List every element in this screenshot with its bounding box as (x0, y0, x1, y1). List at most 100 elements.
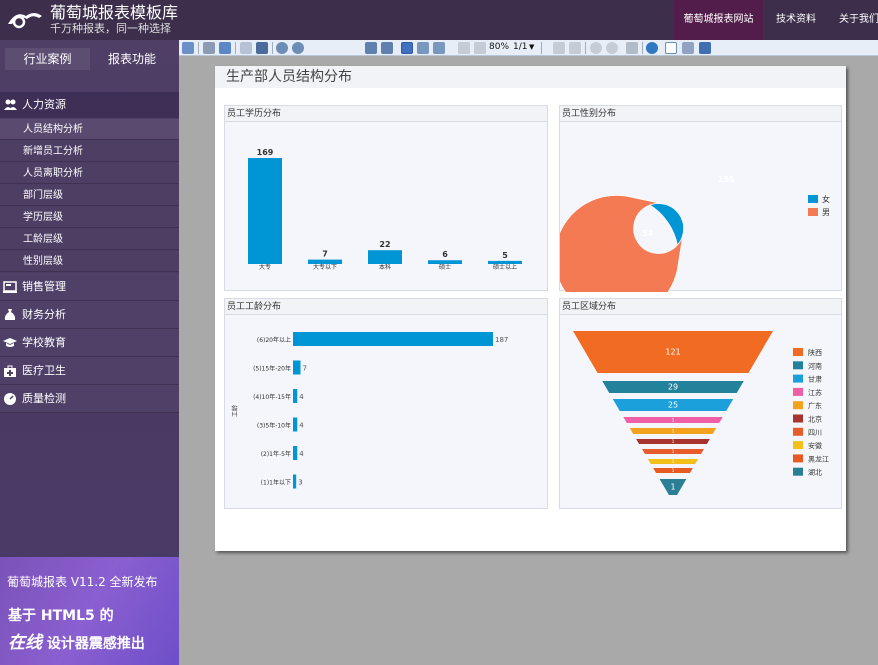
nav-website-link[interactable]: 葡萄城报表网站 (674, 0, 763, 40)
sidebar-item-turnover[interactable]: 人员离职分析 (0, 163, 179, 184)
tenure-bar-chart: 工龄 187 (6)20年以上 7 (5)15年-20年 4 (4)10年-15年 4 (3)5… (231, 332, 508, 489)
previous-page-icon[interactable] (474, 42, 486, 54)
data-label: 1 (672, 468, 675, 473)
sidebar-item-department[interactable]: 部门层级 (0, 185, 179, 206)
sidebar-group-label: 人力资源 (22, 98, 66, 111)
data-label: 169 (257, 148, 274, 157)
tick-label: 大专以下 (313, 263, 337, 271)
first-page-icon[interactable] (458, 42, 470, 54)
legend-label: 黑龙江 (808, 454, 829, 463)
tab-industry-cases[interactable]: 行业案例 (5, 48, 90, 70)
sidebar-item-structure[interactable]: 人员结构分析 (0, 119, 179, 140)
back-icon[interactable] (590, 42, 602, 54)
sidebar-item-new-hires[interactable]: 新增员工分析 (0, 141, 179, 162)
sidebar-group-quality[interactable]: 质量检测 (0, 385, 179, 413)
page-number-input[interactable]: 1/1 (513, 41, 547, 54)
sidebar-item-education[interactable]: 学历层级 (0, 207, 179, 228)
zoom-in-icon[interactable] (292, 42, 304, 54)
nav-about-link[interactable]: 关于我们 (829, 0, 878, 40)
tenure-chart-panel: 员工工龄分布 工龄 187 (6)20年以上 7 (5)15年-20年 4 (4)10年-1… (224, 298, 548, 509)
legend-swatch (793, 454, 803, 463)
promo-release-text: 葡萄城报表 V11.2 全新发布 (7, 575, 158, 589)
people-icon (4, 99, 17, 110)
sidebar-item-gender[interactable]: 性别层级 (0, 251, 179, 272)
tick-label: 本科 (379, 263, 391, 271)
single-page-icon[interactable] (401, 42, 413, 54)
data-label: 121 (665, 348, 680, 357)
fit-width-icon[interactable] (365, 42, 377, 54)
region-chart-panel: 员工区域分布 121 29 25 1 1 1 1 1 1 1 陕西 河南 甘肃 江苏 广东 北京 四川 安徽 黑龙江… (559, 298, 842, 509)
medical-kit-icon (4, 365, 16, 377)
last-page-icon[interactable] (569, 42, 581, 54)
data-label: 22 (379, 240, 390, 249)
snapshot-icon[interactable] (699, 42, 711, 54)
bar (248, 158, 282, 264)
data-label: 1 (672, 439, 675, 444)
legend-swatch (793, 387, 803, 396)
sidebar-item-tenure[interactable]: 工龄层级 (0, 229, 179, 250)
toolbar-separator (272, 42, 273, 54)
refresh-icon[interactable] (646, 42, 658, 54)
data-label: 187 (495, 336, 508, 344)
tick-label: (6)20年以上 (257, 336, 291, 344)
tab-report-features[interactable]: 报表功能 (90, 48, 174, 70)
sidebar-group-label: 质量检测 (22, 392, 66, 405)
next-page-icon[interactable] (553, 42, 565, 54)
multi-page-icon[interactable] (433, 42, 445, 54)
promo-banner[interactable]: 葡萄城报表 V11.2 全新发布 基于 HTML5 的 在线 设计器震感推出 (0, 557, 179, 665)
promo-emphasis: 在线 (8, 633, 42, 653)
gauge-icon (4, 393, 16, 405)
top-bar: 葡萄城报表模板库 千万种报表，同一种选择 葡萄城报表网站 技术资料 关于我们 (0, 0, 878, 40)
copy-pages-icon[interactable] (240, 42, 252, 54)
bar (293, 332, 493, 346)
forward-icon[interactable] (606, 42, 618, 54)
sidebar-group-finance[interactable]: 财务分析 (0, 301, 179, 329)
legend-label: 四川 (808, 429, 822, 437)
nav-docs-link[interactable]: 技术资料 (763, 0, 829, 40)
sidebar-group-label: 财务分析 (22, 308, 66, 321)
legend-swatch (793, 467, 803, 476)
toolbar-separator (198, 42, 199, 54)
sidebar-group-hr[interactable]: 人力资源 (0, 92, 179, 118)
gender-donut-chart: 54 155 女男 (560, 175, 830, 292)
zoom-out-icon[interactable] (276, 42, 288, 54)
data-label: 4 (299, 450, 304, 458)
legend-label: 男 (822, 208, 830, 217)
select-cursor-icon[interactable] (682, 42, 694, 54)
continuous-icon[interactable] (417, 42, 429, 54)
report-page: 生产部人员结构分布 员工学历分布 169 大专 7 大专以下 22 本科 6 硕士 5 硕士以上 … (215, 66, 846, 551)
brand-name: 葡萄城报表模板库 (50, 3, 179, 22)
slice-label: 54 (642, 229, 654, 238)
promo-headline: 基于 HTML5 的 (8, 608, 114, 624)
toolbar-separator (235, 42, 236, 54)
toolbar-separator (585, 42, 586, 54)
bar (293, 360, 301, 375)
sidebar-group-medical[interactable]: 医疗卫生 (0, 357, 179, 385)
viewer-toolbar: 80% ▼ 1/1 (179, 40, 878, 56)
copy-icon[interactable] (182, 42, 194, 54)
graduation-cap-icon (3, 338, 17, 347)
legend-swatch (793, 348, 803, 356)
data-label: 7 (302, 365, 306, 373)
legend-label: 江苏 (808, 388, 822, 397)
bar (293, 389, 298, 403)
print-icon[interactable] (203, 42, 215, 54)
tick-label: 硕士以上 (493, 263, 517, 271)
data-label: 1 (672, 449, 675, 454)
data-label: 3 (298, 479, 302, 487)
legend-swatch (793, 361, 803, 370)
parent-report-icon[interactable] (626, 42, 638, 54)
sidebar-group-education[interactable]: 学校教育 (0, 329, 179, 357)
export-icon[interactable] (219, 42, 231, 54)
sidebar-group-sales[interactable]: 销售管理 (0, 273, 179, 301)
pan-hand-icon[interactable] (665, 42, 677, 54)
tick-label: 大专 (259, 263, 271, 271)
slice-label: 155 (718, 175, 735, 184)
bar (293, 474, 297, 489)
bar (368, 250, 402, 264)
find-icon[interactable] (256, 42, 268, 54)
legend-swatch (808, 208, 818, 216)
fit-page-icon[interactable] (381, 42, 393, 54)
legend-label: 湖北 (808, 468, 822, 477)
tick-label: (1)1年以下 (261, 479, 291, 487)
